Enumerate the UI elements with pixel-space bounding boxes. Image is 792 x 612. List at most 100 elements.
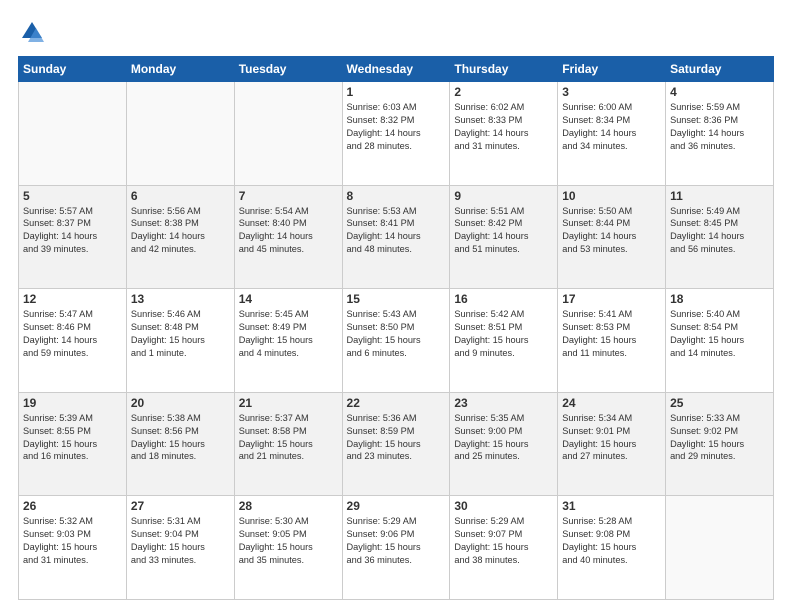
calendar-cell: 11 Sunrise: 5:49 AM Sunset: 8:45 PM Dayli… [666,185,774,289]
calendar-cell: 1Sunrise: 6:03 AM Sunset: 8:32 PM Daylig… [342,82,450,186]
calendar-cell: 7Sunrise: 5:54 AM Sunset: 8:40 PM Daylig… [234,185,342,289]
day-info: Sunrise: 5:47 AM Sunset: 8:46 PM Dayligh… [23,308,122,360]
logo [18,18,50,46]
calendar-cell: 25 Sunrise: 5:33 AM Sunset: 9:02 PM Dayli… [666,392,774,496]
day-number: 23 [454,396,553,410]
calendar-cell [234,82,342,186]
day-number: 11 [670,189,769,203]
day-info: Sunrise: 5:29 AM Sunset: 9:07 PM Dayligh… [454,515,553,567]
calendar-cell: 13 Sunrise: 5:46 AM Sunset: 8:48 PM Dayli… [126,289,234,393]
day-info: Sunrise: 5:40 AM Sunset: 8:54 PM Dayligh… [670,308,769,360]
day-number: 2 [454,85,553,99]
day-info: Sunrise: 5:34 AM Sunset: 9:01 PM Dayligh… [562,412,661,464]
day-number: 17 [562,292,661,306]
day-info: Sunrise: 5:28 AM Sunset: 9:08 PM Dayligh… [562,515,661,567]
calendar-cell: 15Sunrise: 5:43 AM Sunset: 8:50 PM Dayli… [342,289,450,393]
header [18,18,774,46]
day-number: 29 [347,499,446,513]
day-info: Sunrise: 5:37 AM Sunset: 8:58 PM Dayligh… [239,412,338,464]
calendar-cell: 9Sunrise: 5:51 AM Sunset: 8:42 PM Daylig… [450,185,558,289]
calendar-week-row: 12 Sunrise: 5:47 AM Sunset: 8:46 PM Dayli… [19,289,774,393]
day-number: 30 [454,499,553,513]
day-info: Sunrise: 5:49 AM Sunset: 8:45 PM Dayligh… [670,205,769,257]
calendar-week-row: 26Sunrise: 5:32 AM Sunset: 9:03 PM Dayli… [19,496,774,600]
day-info: Sunrise: 5:53 AM Sunset: 8:41 PM Dayligh… [347,205,446,257]
day-info: Sunrise: 5:33 AM Sunset: 9:02 PM Dayligh… [670,412,769,464]
day-number: 28 [239,499,338,513]
calendar-cell [666,496,774,600]
day-number: 21 [239,396,338,410]
calendar-header-sunday: Sunday [19,57,127,82]
calendar-week-row: 19 Sunrise: 5:39 AM Sunset: 8:55 PM Dayli… [19,392,774,496]
calendar-week-row: 1Sunrise: 6:03 AM Sunset: 8:32 PM Daylig… [19,82,774,186]
calendar-cell: 23 Sunrise: 5:35 AM Sunset: 9:00 PM Dayli… [450,392,558,496]
day-number: 16 [454,292,553,306]
day-number: 8 [347,189,446,203]
calendar-table: SundayMondayTuesdayWednesdayThursdayFrid… [18,56,774,600]
day-number: 7 [239,189,338,203]
day-number: 4 [670,85,769,99]
calendar-cell: 26Sunrise: 5:32 AM Sunset: 9:03 PM Dayli… [19,496,127,600]
calendar-cell: 28 Sunrise: 5:30 AM Sunset: 9:05 PM Dayli… [234,496,342,600]
day-info: Sunrise: 5:42 AM Sunset: 8:51 PM Dayligh… [454,308,553,360]
day-info: Sunrise: 5:46 AM Sunset: 8:48 PM Dayligh… [131,308,230,360]
day-number: 5 [23,189,122,203]
calendar-cell: 3 Sunrise: 6:00 AM Sunset: 8:34 PM Daylig… [558,82,666,186]
calendar-header-saturday: Saturday [666,57,774,82]
calendar-cell: 30 Sunrise: 5:29 AM Sunset: 9:07 PM Dayli… [450,496,558,600]
calendar-cell: 17 Sunrise: 5:41 AM Sunset: 8:53 PM Dayli… [558,289,666,393]
day-info: Sunrise: 5:29 AM Sunset: 9:06 PM Dayligh… [347,515,446,567]
day-info: Sunrise: 5:38 AM Sunset: 8:56 PM Dayligh… [131,412,230,464]
day-info: Sunrise: 5:51 AM Sunset: 8:42 PM Dayligh… [454,205,553,257]
calendar-cell: 14 Sunrise: 5:45 AM Sunset: 8:49 PM Dayli… [234,289,342,393]
calendar-cell: 31 Sunrise: 5:28 AM Sunset: 9:08 PM Dayli… [558,496,666,600]
calendar-cell: 5 Sunrise: 5:57 AM Sunset: 8:37 PM Daylig… [19,185,127,289]
day-number: 18 [670,292,769,306]
calendar-cell: 18 Sunrise: 5:40 AM Sunset: 8:54 PM Dayli… [666,289,774,393]
day-number: 20 [131,396,230,410]
day-info: Sunrise: 5:36 AM Sunset: 8:59 PM Dayligh… [347,412,446,464]
calendar-cell: 21 Sunrise: 5:37 AM Sunset: 8:58 PM Dayli… [234,392,342,496]
day-number: 26 [23,499,122,513]
calendar-cell: 4 Sunrise: 5:59 AM Sunset: 8:36 PM Daylig… [666,82,774,186]
calendar-cell: 16 Sunrise: 5:42 AM Sunset: 8:51 PM Dayli… [450,289,558,393]
calendar-cell: 12 Sunrise: 5:47 AM Sunset: 8:46 PM Dayli… [19,289,127,393]
day-info: Sunrise: 5:43 AM Sunset: 8:50 PM Dayligh… [347,308,446,360]
day-info: Sunrise: 5:45 AM Sunset: 8:49 PM Dayligh… [239,308,338,360]
day-number: 3 [562,85,661,99]
calendar-cell: 27 Sunrise: 5:31 AM Sunset: 9:04 PM Dayli… [126,496,234,600]
day-info: Sunrise: 5:31 AM Sunset: 9:04 PM Dayligh… [131,515,230,567]
page: SundayMondayTuesdayWednesdayThursdayFrid… [0,0,792,612]
day-number: 22 [347,396,446,410]
calendar-header-row: SundayMondayTuesdayWednesdayThursdayFrid… [19,57,774,82]
day-info: Sunrise: 5:57 AM Sunset: 8:37 PM Dayligh… [23,205,122,257]
day-number: 25 [670,396,769,410]
day-info: Sunrise: 5:56 AM Sunset: 8:38 PM Dayligh… [131,205,230,257]
day-info: Sunrise: 5:59 AM Sunset: 8:36 PM Dayligh… [670,101,769,153]
day-info: Sunrise: 5:39 AM Sunset: 8:55 PM Dayligh… [23,412,122,464]
day-number: 12 [23,292,122,306]
logo-icon [18,18,46,46]
calendar-header-wednesday: Wednesday [342,57,450,82]
calendar-cell [126,82,234,186]
day-number: 19 [23,396,122,410]
day-number: 14 [239,292,338,306]
day-number: 24 [562,396,661,410]
day-number: 31 [562,499,661,513]
calendar-header-tuesday: Tuesday [234,57,342,82]
day-info: Sunrise: 5:35 AM Sunset: 9:00 PM Dayligh… [454,412,553,464]
day-number: 27 [131,499,230,513]
calendar-cell [19,82,127,186]
calendar-week-row: 5 Sunrise: 5:57 AM Sunset: 8:37 PM Daylig… [19,185,774,289]
day-info: Sunrise: 5:50 AM Sunset: 8:44 PM Dayligh… [562,205,661,257]
calendar-header-friday: Friday [558,57,666,82]
day-info: Sunrise: 6:03 AM Sunset: 8:32 PM Dayligh… [347,101,446,153]
calendar-cell: 22 Sunrise: 5:36 AM Sunset: 8:59 PM Dayli… [342,392,450,496]
day-info: Sunrise: 5:30 AM Sunset: 9:05 PM Dayligh… [239,515,338,567]
day-info: Sunrise: 6:00 AM Sunset: 8:34 PM Dayligh… [562,101,661,153]
day-number: 13 [131,292,230,306]
day-info: Sunrise: 5:41 AM Sunset: 8:53 PM Dayligh… [562,308,661,360]
calendar-cell: 8 Sunrise: 5:53 AM Sunset: 8:41 PM Daylig… [342,185,450,289]
calendar-cell: 10Sunrise: 5:50 AM Sunset: 8:44 PM Dayli… [558,185,666,289]
day-info: Sunrise: 6:02 AM Sunset: 8:33 PM Dayligh… [454,101,553,153]
